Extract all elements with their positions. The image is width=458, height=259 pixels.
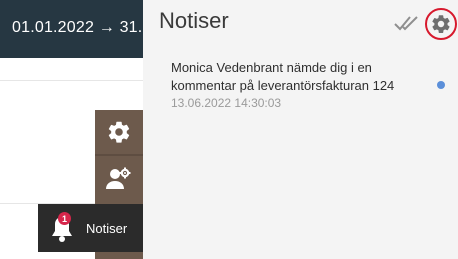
user-settings-button[interactable] — [95, 156, 143, 200]
notification-item[interactable]: Monica Vedenbrant nämde dig i en komment… — [171, 59, 451, 110]
date-range[interactable]: 01.01.2022 → 31.12.2022 — [12, 19, 143, 37]
double-check-icon[interactable] — [393, 14, 419, 32]
settings-button[interactable] — [95, 110, 143, 154]
panel-title: Notiser — [159, 8, 229, 33]
notification-settings-button[interactable] — [425, 8, 457, 40]
notifications-panel: Notiser Monica Vedenbrant nämde dig i en… — [143, 0, 458, 259]
user-settings-icon — [106, 167, 131, 189]
notifications-tab-label: Notiser — [86, 221, 128, 236]
divider — [0, 80, 143, 81]
notification-count-badge: 1 — [58, 212, 71, 225]
gear-icon — [108, 121, 130, 143]
gear-icon — [432, 15, 450, 33]
notification-timestamp: 13.06.2022 14:30:03 — [171, 96, 282, 110]
notifications-tab[interactable]: 1 Notiser — [38, 204, 143, 252]
top-bar: 01.01.2022 → 31.12.2022 — [0, 0, 143, 58]
notification-text: Monica Vedenbrant nämde dig i en komment… — [171, 60, 395, 93]
unread-indicator — [437, 81, 445, 89]
